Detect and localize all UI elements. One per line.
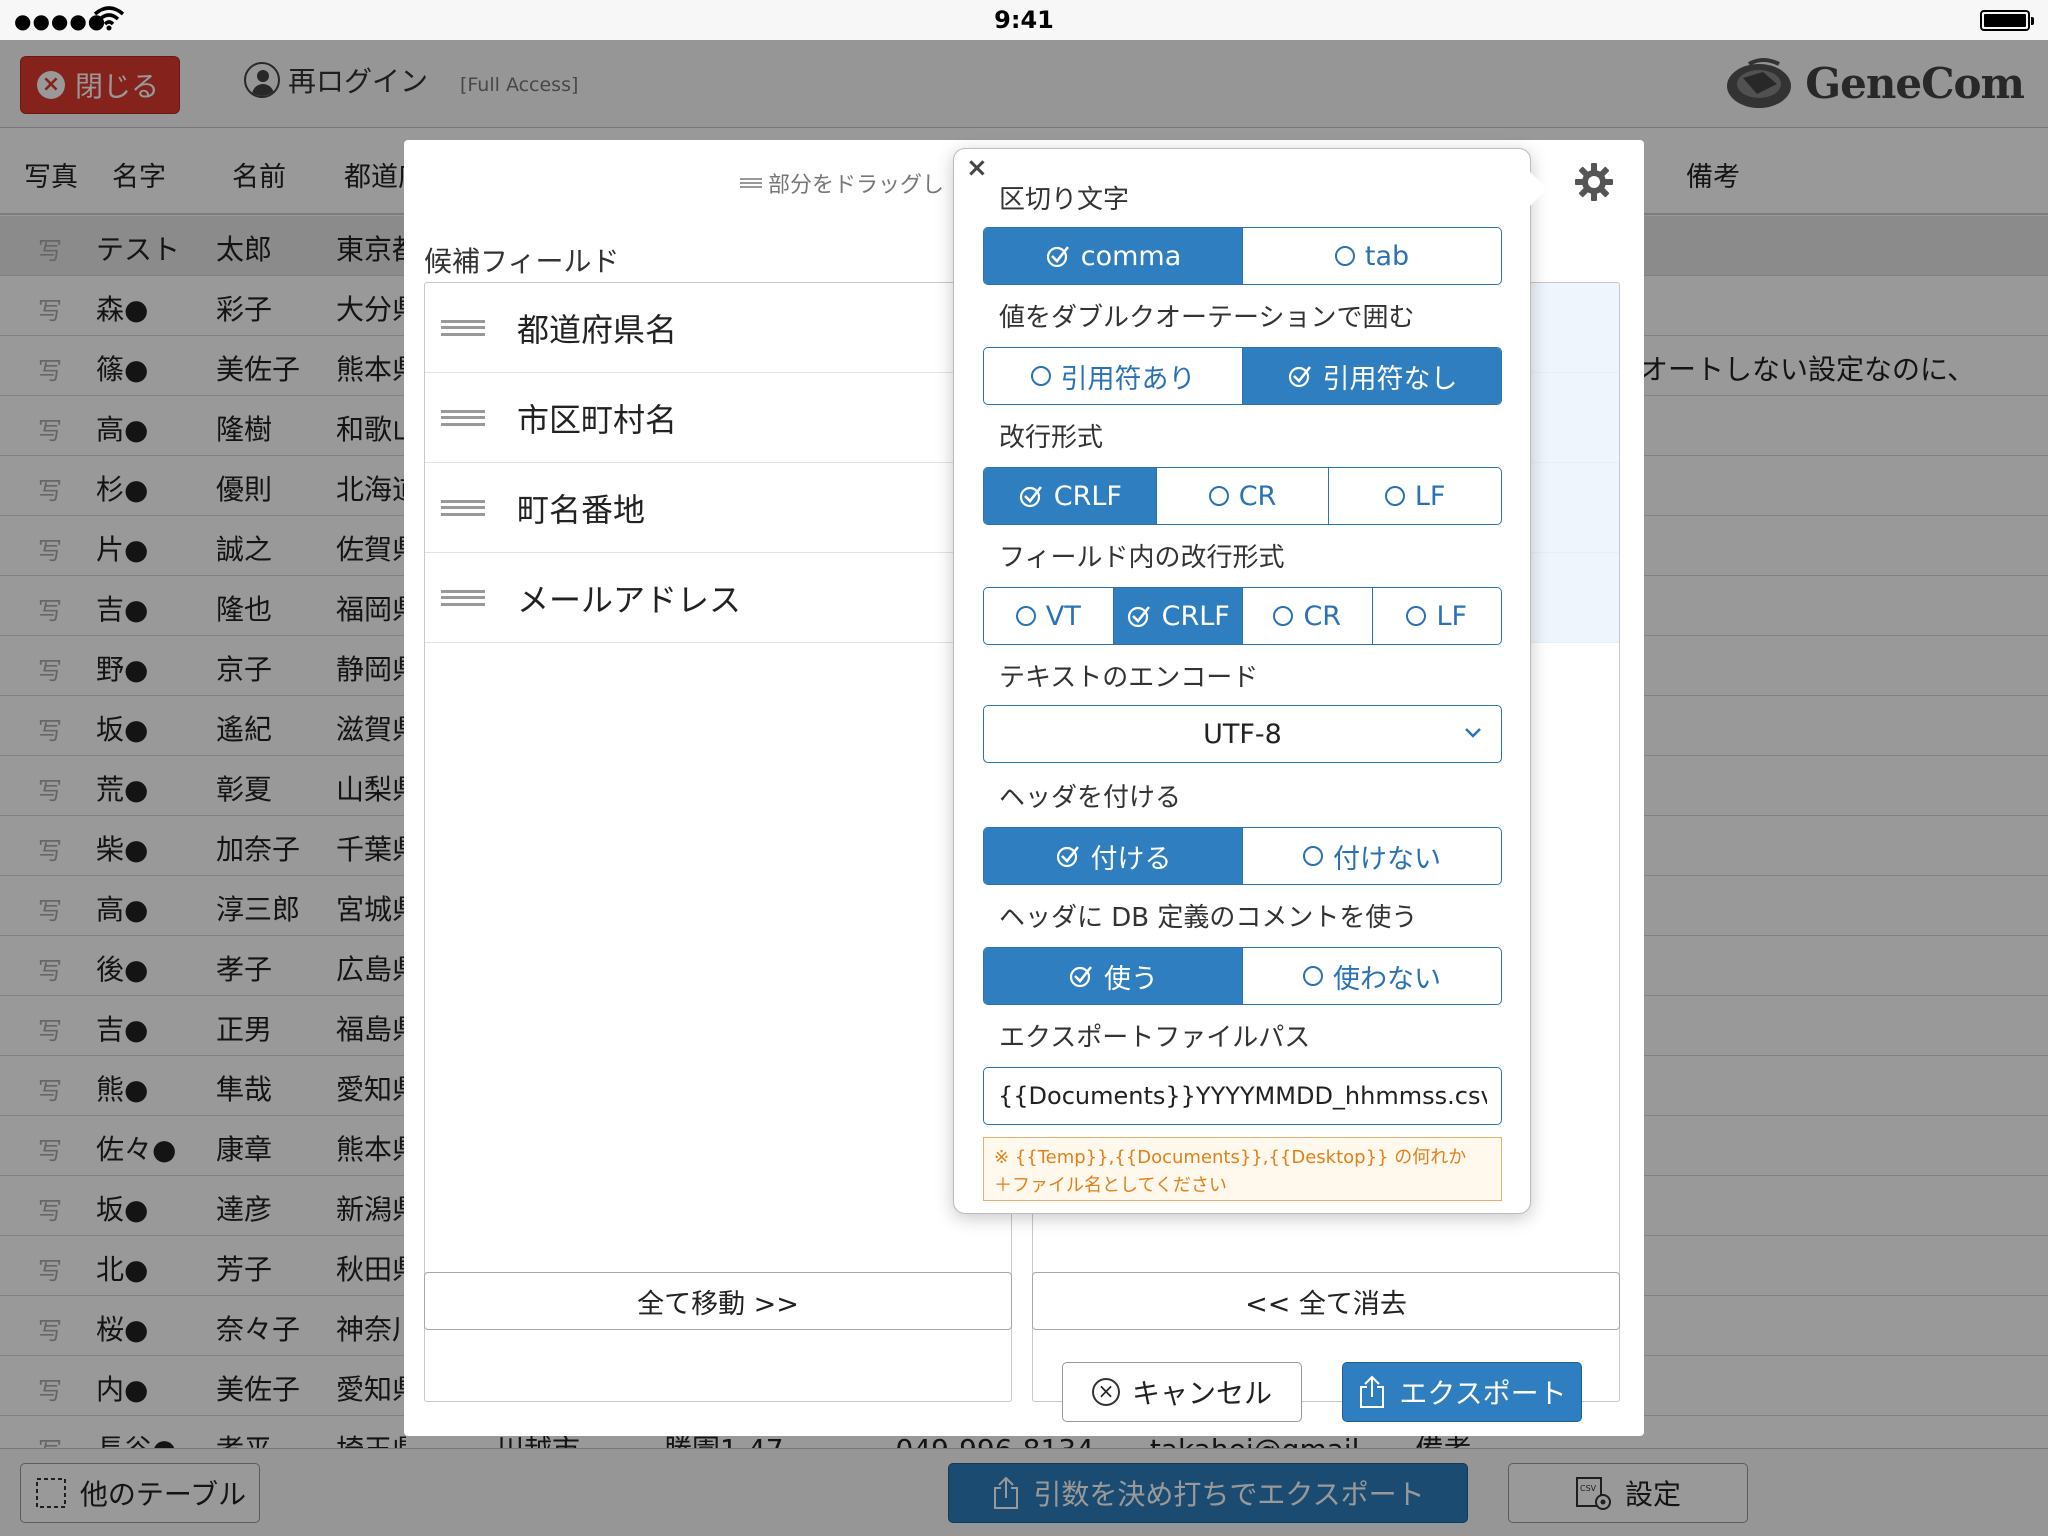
db-comment-on-option[interactable]: 使う: [984, 948, 1242, 1004]
field-newline-crlf-option[interactable]: CRLF: [1112, 588, 1242, 644]
newline-segment: CRLF CR LF: [983, 467, 1502, 525]
header-label: ヘッダを付ける: [999, 783, 1182, 813]
field-newline-label: フィールド内の改行形式: [999, 543, 1285, 573]
battery-icon: [1980, 10, 2034, 31]
option-label: VT: [1045, 600, 1081, 632]
encoding-label: テキストのエンコード: [999, 663, 1259, 693]
option-label: CR: [1303, 600, 1342, 632]
clock: 9:41: [994, 6, 1054, 34]
field-newline-segment: VT CRLF CR LF: [983, 587, 1502, 645]
share-icon: [1360, 1375, 1385, 1408]
radio-ring-icon: [1406, 606, 1427, 626]
export-label: エクスポート: [1399, 1377, 1567, 1410]
header-segment: 付ける 付けない: [983, 827, 1502, 885]
option-label: 使う: [1104, 963, 1158, 995]
path-help-note: ※ {{Temp}},{{Documents}},{{Desktop}} の何れ…: [983, 1137, 1502, 1201]
delimiter-segment: comma tab: [983, 227, 1502, 285]
quote-label: 値をダブルクオーテーションで囲む: [999, 303, 1415, 333]
path-note-line2: ＋ファイル名としてください: [994, 1175, 1227, 1196]
popover-arrow: [1529, 171, 1547, 207]
header-off-option[interactable]: 付けない: [1242, 828, 1501, 884]
list-item[interactable]: 市区町村名: [425, 373, 1011, 463]
option-label: CRLF: [1053, 480, 1122, 512]
radio-ring-icon: [1303, 846, 1323, 866]
field-label: 都道府県名: [517, 310, 678, 349]
drag-handle-icon[interactable]: [441, 319, 485, 336]
delimiter-comma-option[interactable]: comma: [984, 228, 1242, 284]
option-label: LF: [1414, 480, 1446, 512]
encoding-value: UTF-8: [1203, 718, 1282, 750]
check-circle-icon: [1046, 246, 1069, 268]
drag-handle-icon[interactable]: [441, 499, 485, 516]
option-label: 使わない: [1333, 963, 1441, 995]
radio-ring-icon: [1273, 606, 1294, 626]
db-comment-label: ヘッダに DB 定義のコメントを使う: [999, 903, 1418, 933]
field-newline-cr-option[interactable]: CR: [1242, 588, 1372, 644]
candidate-field-list: 都道府県名 市区町村名 町名番地 メールアドレス: [424, 282, 1012, 1402]
drag-hint-text: 部分をドラッグし: [768, 173, 945, 198]
check-circle-icon: [1127, 606, 1150, 628]
cancel-label: キャンセル: [1131, 1377, 1272, 1410]
drag-handle-icon: [740, 178, 762, 188]
cancel-button[interactable]: × キャンセル: [1062, 1362, 1302, 1422]
list-item[interactable]: 町名番地: [425, 463, 1011, 553]
cancel-icon: ×: [1091, 1378, 1120, 1406]
newline-label: 改行形式: [999, 423, 1104, 453]
delimiter-tab-option[interactable]: tab: [1242, 228, 1501, 284]
check-circle-icon: [1019, 486, 1042, 508]
option-label: 引用符なし: [1322, 363, 1458, 395]
csv-options-popover: × 区切り文字 comma tab 値をダブルクオーテーションで囲む 引用符あり…: [953, 148, 1547, 1214]
encoding-select[interactable]: UTF-8: [983, 705, 1502, 763]
status-bar: ●●●●● 9:41: [0, 0, 2048, 40]
field-label: メールアドレス: [517, 580, 742, 619]
option-label: tab: [1364, 240, 1410, 272]
db-comment-segment: 使う 使わない: [983, 947, 1502, 1005]
delimiter-label: 区切り文字: [999, 185, 1130, 215]
radio-ring-icon: [1303, 966, 1323, 986]
path-note-line1: ※ {{Temp}},{{Documents}},{{Desktop}} の何れ…: [994, 1147, 1467, 1168]
field-newline-vt-option[interactable]: VT: [984, 588, 1113, 644]
move-all-button[interactable]: 全て移動 >>: [424, 1272, 1012, 1330]
export-path-input[interactable]: [983, 1067, 1502, 1125]
radio-ring-icon: [1030, 366, 1051, 386]
field-newline-lf-option[interactable]: LF: [1371, 588, 1502, 644]
candidate-fields-title: 候補フィールド: [424, 245, 620, 278]
check-circle-icon: [1056, 846, 1079, 868]
check-circle-icon: [1288, 366, 1311, 388]
field-label: 市区町村名: [517, 400, 678, 439]
option-label: 付ける: [1090, 843, 1172, 875]
gear-icon[interactable]: [1574, 162, 1614, 202]
list-item[interactable]: メールアドレス: [425, 553, 1011, 643]
list-item[interactable]: 都道府県名: [425, 283, 1011, 373]
option-label: 引用符あり: [1060, 363, 1196, 395]
radio-ring-icon: [1015, 606, 1036, 626]
quote-segment: 引用符あり 引用符なし: [983, 347, 1502, 405]
quote-on-option[interactable]: 引用符あり: [984, 348, 1242, 404]
db-comment-off-option[interactable]: 使わない: [1242, 948, 1501, 1004]
option-label: 付けない: [1333, 843, 1441, 875]
clear-all-button[interactable]: << 全て消去: [1032, 1272, 1620, 1330]
newline-crlf-option[interactable]: CRLF: [984, 468, 1156, 524]
quote-off-option[interactable]: 引用符なし: [1242, 348, 1501, 404]
header-on-option[interactable]: 付ける: [984, 828, 1242, 884]
option-label: CRLF: [1161, 600, 1230, 632]
option-label: CR: [1238, 480, 1277, 512]
drag-handle-icon[interactable]: [441, 409, 485, 426]
close-icon[interactable]: ×: [966, 153, 988, 183]
field-label: 町名番地: [517, 490, 646, 529]
check-circle-icon: [1069, 966, 1093, 988]
path-label: エクスポートファイルパス: [999, 1023, 1311, 1053]
newline-lf-option[interactable]: LF: [1328, 468, 1501, 524]
drag-handle-icon[interactable]: [441, 589, 485, 606]
export-button[interactable]: エクスポート: [1342, 1362, 1582, 1422]
chevron-down-icon: [1465, 728, 1481, 738]
radio-ring-icon: [1384, 486, 1405, 506]
newline-cr-option[interactable]: CR: [1155, 468, 1329, 524]
drag-hint: 部分をドラッグし: [740, 167, 944, 199]
radio-ring-icon: [1208, 486, 1229, 506]
option-label: LF: [1436, 600, 1468, 632]
radio-ring-icon: [1334, 246, 1355, 266]
option-label: comma: [1080, 240, 1182, 272]
